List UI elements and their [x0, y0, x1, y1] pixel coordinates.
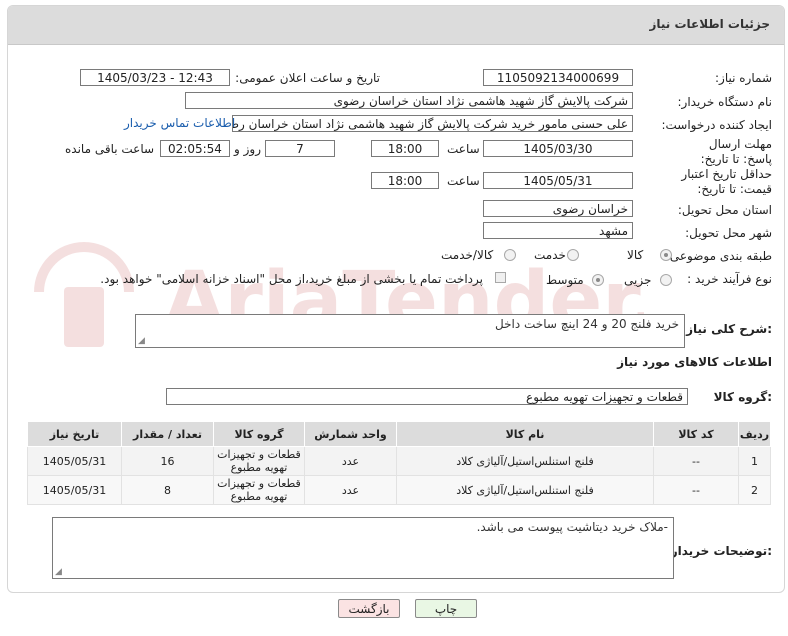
deadline-time-label: ساعت [447, 142, 480, 156]
category-radio-goods[interactable] [660, 249, 672, 261]
description-label: شرح کلی نیاز: [686, 322, 772, 336]
buyer-org-label: نام دستگاه خریدار: [677, 95, 773, 109]
goods-group-field: قطعات و تجهیزات تهویه مطبوع [166, 388, 688, 405]
contact-buyer-link[interactable]: اطلاعات تماس خریدار [124, 116, 235, 130]
table-row[interactable]: 1 -- فلنج استنلس‌استیل/آلیاژی کلاد عدد ق… [27, 446, 771, 476]
buyer-notes-label: توضیحات خریدار: [670, 544, 772, 558]
resize-grip-icon: ◢ [138, 336, 145, 346]
resize-grip-icon: ◢ [55, 567, 62, 577]
need-number-label: شماره نیاز: [715, 71, 772, 85]
days-field: 7 [265, 140, 335, 157]
treasury-payment-note: پرداخت تمام یا بخشی از مبلغ خرید،از محل … [100, 272, 483, 286]
goods-section-title: اطلاعات کالاهای مورد نیاز [617, 355, 772, 369]
min-price-label: حداقل تاریخ اعتبار قیمت: تا تاریخ: [681, 167, 772, 196]
cell-qty: 16 [121, 446, 214, 476]
cell-code: -- [653, 446, 739, 476]
table-header-row: ردیف کد کالا نام کالا واحد شمارش گروه کا… [27, 421, 771, 447]
cell-unit: عدد [304, 475, 397, 505]
process-label: نوع فرآیند خرید : [687, 272, 772, 286]
days-label: روز و [234, 142, 261, 156]
cell-date: 1405/05/31 [27, 446, 122, 476]
col-header-group: گروه کالا [213, 421, 305, 447]
deadline-label: مهلت ارسال پاسخ: تا تاریخ: [700, 137, 772, 166]
col-header-unit: واحد شمارش [304, 421, 397, 447]
cell-row: 1 [738, 446, 771, 476]
col-header-row: ردیف [738, 421, 771, 447]
col-header-qty: تعداد / مقدار [121, 421, 214, 447]
panel-title: جزئیات اطلاعات نیاز [649, 17, 770, 31]
cell-code: -- [653, 475, 739, 505]
announce-datetime-field: 1405/03/23 - 12:43 [80, 69, 230, 86]
category-option-service: خدمت [534, 248, 566, 262]
deadline-date-field: 1405/03/30 [483, 140, 633, 157]
creator-label: ایجاد کننده درخواست: [661, 118, 772, 132]
category-option-goods-service: کالا/خدمت [441, 248, 494, 262]
cell-group: قطعات و تجهیزات تهویه مطبوع [213, 475, 305, 505]
treasury-payment-checkbox[interactable] [495, 272, 506, 283]
category-label: طبقه بندی موضوعی: [665, 249, 772, 263]
cell-qty: 8 [121, 475, 214, 505]
delivery-province-label: استان محل تحویل: [677, 203, 772, 217]
cell-date: 1405/05/31 [27, 475, 122, 505]
cell-unit: عدد [304, 446, 397, 476]
buyer-notes-text: -ملاک خرید دیتاشیت پیوست می باشد. [476, 520, 668, 534]
process-radio-minor[interactable] [660, 274, 672, 286]
delivery-city-field: مشهد [483, 222, 633, 239]
cell-group: قطعات و تجهیزات تهویه مطبوع [213, 446, 305, 476]
min-price-time-field: 18:00 [371, 172, 439, 189]
min-price-date-field: 1405/05/31 [483, 172, 633, 189]
announce-label: تاریخ و ساعت اعلان عمومی: [235, 71, 380, 85]
description-textarea: خرید فلنج 20 و 24 اینچ ساخت داخل ◢ [135, 314, 685, 348]
delivery-city-label: شهر محل تحویل: [685, 226, 772, 240]
process-radio-medium[interactable] [592, 274, 604, 286]
panel-header: جزئیات اطلاعات نیاز [8, 6, 784, 45]
back-button[interactable]: بازگشت [338, 599, 400, 618]
process-option-minor: جزیی [624, 273, 652, 287]
col-header-date: تاریخ نیاز [27, 421, 122, 447]
buyer-notes-textarea: -ملاک خرید دیتاشیت پیوست می باشد. ◢ [52, 517, 674, 579]
table-row[interactable]: 2 -- فلنج استنلس‌استیل/آلیاژی کلاد عدد ق… [27, 475, 771, 505]
category-option-goods: کالا [627, 248, 644, 262]
goods-table: ردیف کد کالا نام کالا واحد شمارش گروه کا… [27, 421, 771, 505]
print-button[interactable]: چاپ [415, 599, 477, 618]
remaining-label: ساعت باقی مانده [65, 142, 155, 156]
min-price-time-label: ساعت [447, 174, 480, 188]
cell-name: فلنج استنلس‌استیل/آلیاژی کلاد [396, 446, 654, 476]
col-header-name: نام کالا [396, 421, 654, 447]
delivery-province-field: خراسان رضوی [483, 200, 633, 217]
process-option-medium: متوسط [546, 273, 584, 287]
cell-row: 2 [738, 475, 771, 505]
remaining-time-field: 02:05:54 [160, 140, 230, 157]
deadline-time-field: 18:00 [371, 140, 439, 157]
category-radio-goods-service[interactable] [504, 249, 516, 261]
goods-group-label: گروه کالا: [713, 390, 772, 404]
description-text: خرید فلنج 20 و 24 اینچ ساخت داخل [495, 317, 679, 331]
buyer-org-field: شرکت پالایش گاز شهید هاشمی نژاد استان خر… [185, 92, 633, 109]
creator-field: علی حسنی مامور خرید شرکت پالایش گاز شهید… [232, 115, 633, 132]
cell-name: فلنج استنلس‌استیل/آلیاژی کلاد [396, 475, 654, 505]
col-header-code: کد کالا [653, 421, 739, 447]
need-number-field: 1105092134000699 [483, 69, 633, 86]
category-radio-service[interactable] [567, 249, 579, 261]
